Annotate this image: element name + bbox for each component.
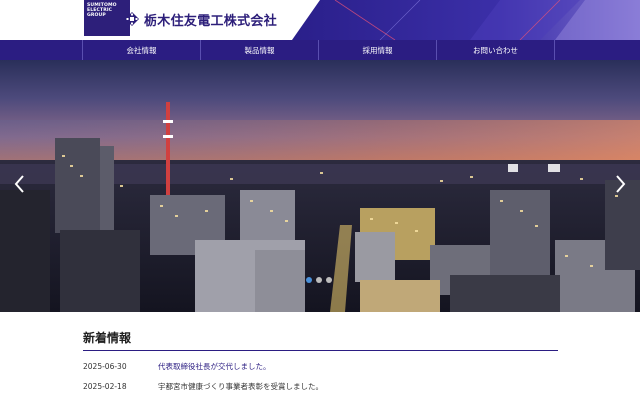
badge-line-3: GROUP	[87, 13, 106, 19]
news-text: 宇都宮市健康づくり事業者表彰を受賞しました。	[158, 381, 323, 391]
slider-next-button[interactable]	[612, 172, 628, 196]
news-divider	[83, 350, 558, 351]
nav-spacer	[0, 40, 83, 60]
nav-trailing-space	[555, 40, 640, 60]
site-header: SUMITOMO ELECTRIC GROUP 栃木住友電工株式会社	[0, 0, 640, 40]
news-link[interactable]: 代表取締役社長が交代しました。	[158, 361, 271, 372]
sumitomo-crest-icon	[125, 12, 139, 26]
company-logo[interactable]: 栃木住友電工株式会社	[124, 9, 277, 29]
chevron-right-icon	[616, 175, 626, 193]
slider-pagination	[306, 277, 332, 283]
news-item: 2025-06-30 代表取締役社長が交代しました。	[83, 359, 558, 373]
slider-dot-1[interactable]	[306, 277, 312, 283]
hero-image-city-night	[0, 60, 640, 312]
company-name: 栃木住友電工株式会社	[144, 13, 278, 29]
news-date: 2025-06-30	[83, 361, 127, 371]
chevron-left-icon	[14, 175, 24, 193]
slider-dot-2[interactable]	[316, 277, 322, 283]
news-item: 2025-02-18 宇都宮市健康づくり事業者表彰を受賞しました。	[83, 379, 558, 393]
nav-item-contact[interactable]: お問い合わせ	[437, 40, 555, 60]
nav-item-company-info[interactable]: 会社情報	[83, 40, 201, 60]
hero-slider	[0, 60, 640, 312]
sumitomo-group-badge-text: SUMITOMO ELECTRIC GROUP	[87, 3, 117, 19]
news-date: 2025-02-18	[83, 381, 127, 391]
news-section-title: 新着情報	[83, 331, 132, 345]
nav-item-recruitment[interactable]: 採用情報	[319, 40, 437, 60]
main-navigation: 会社情報 製品情報 採用情報 お問い合わせ	[0, 40, 640, 60]
slider-prev-button[interactable]	[12, 172, 28, 196]
slider-dot-3[interactable]	[326, 277, 332, 283]
nav-item-products[interactable]: 製品情報	[201, 40, 319, 60]
page: SUMITOMO ELECTRIC GROUP 栃木住友電工株式会社 会社情報 …	[0, 0, 640, 400]
